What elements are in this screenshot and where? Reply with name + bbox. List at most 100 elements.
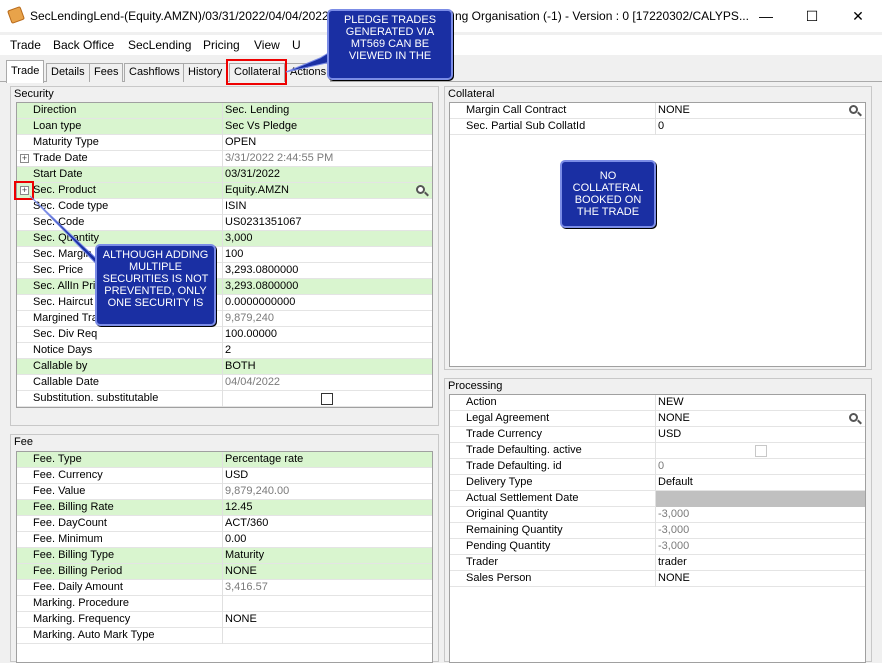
row-value[interactable]: Sec. Lending: [225, 104, 289, 116]
row-value[interactable]: -3,000: [658, 540, 689, 552]
table-row[interactable]: Callable Date 04/04/2022: [17, 375, 432, 391]
checkbox[interactable]: [321, 393, 333, 405]
table-row[interactable]: Action NEW: [450, 395, 865, 411]
zoom-icon[interactable]: [415, 184, 429, 198]
zoom-icon[interactable]: [848, 412, 862, 426]
minimize-button[interactable]: —: [743, 4, 789, 28]
row-value[interactable]: Default: [658, 476, 693, 488]
row-value[interactable]: 0.0000000000: [225, 296, 295, 308]
menu-pricing[interactable]: Pricing: [203, 38, 240, 52]
row-value[interactable]: Percentage rate: [225, 453, 303, 465]
row-value[interactable]: -3,000: [658, 524, 689, 536]
row-value[interactable]: Equity.AMZN: [225, 184, 289, 196]
row-value[interactable]: 2: [225, 344, 231, 356]
table-row[interactable]: Sec. Partial Sub CollatId 0: [450, 119, 865, 135]
row-value[interactable]: trader: [658, 556, 687, 568]
table-row[interactable]: Trade Defaulting. id 0: [450, 459, 865, 475]
table-row[interactable]: Maturity Type OPEN: [17, 135, 432, 151]
row-value[interactable]: Sec Vs Pledge: [225, 120, 297, 132]
row-value[interactable]: 100: [225, 248, 243, 260]
table-row[interactable]: Marking. Procedure: [17, 596, 432, 612]
row-value[interactable]: Maturity: [225, 549, 264, 561]
table-row[interactable]: Sec. AllIn Price 3,293.0800000: [17, 279, 432, 295]
row-value[interactable]: USD: [658, 428, 681, 440]
table-row[interactable]: Start Date 03/31/2022: [17, 167, 432, 183]
expand-icon[interactable]: +: [20, 154, 29, 163]
table-row[interactable]: Sec. Haircut 0.0000000000: [17, 295, 432, 311]
table-row[interactable]: Fee. Billing Type Maturity: [17, 548, 432, 564]
table-row[interactable]: Loan type Sec Vs Pledge: [17, 119, 432, 135]
table-row[interactable]: Original Quantity -3,000: [450, 507, 865, 523]
table-row[interactable]: + Sec. Product Equity.AMZN: [17, 183, 432, 199]
close-button[interactable]: ✕: [835, 4, 881, 28]
tab-fees[interactable]: Fees: [89, 63, 124, 82]
row-value[interactable]: 12.45: [225, 501, 253, 513]
table-row[interactable]: Sec. Quantity 3,000: [17, 231, 432, 247]
table-row[interactable]: Pending Quantity -3,000: [450, 539, 865, 555]
row-value[interactable]: NONE: [658, 572, 690, 584]
table-row[interactable]: Legal Agreement NONE: [450, 411, 865, 427]
row-value[interactable]: 04/04/2022: [225, 376, 280, 388]
row-value[interactable]: NONE: [225, 565, 257, 577]
row-value[interactable]: 3,416.57: [225, 581, 268, 593]
tab-details[interactable]: Details: [46, 63, 90, 82]
row-value[interactable]: 0.00: [225, 533, 246, 545]
table-row[interactable]: + Trade Date 3/31/2022 2:44:55 PM: [17, 151, 432, 167]
row-value[interactable]: NONE: [658, 412, 690, 424]
row-value[interactable]: BOTH: [225, 360, 256, 372]
table-row[interactable]: Trader trader: [450, 555, 865, 571]
table-row[interactable]: Substitution. substitutable: [17, 391, 432, 407]
row-value[interactable]: NONE: [658, 104, 690, 116]
table-row[interactable]: Fee. DayCount ACT/360: [17, 516, 432, 532]
table-row[interactable]: Margined Trade 9,879,240: [17, 311, 432, 327]
row-value[interactable]: -3,000: [658, 508, 689, 520]
menu-seclending[interactable]: SecLending: [128, 38, 191, 52]
row-value[interactable]: NEW: [658, 396, 684, 408]
tab-trade[interactable]: Trade: [6, 60, 45, 83]
table-row[interactable]: Sec. Code US0231351067: [17, 215, 432, 231]
tab-actions[interactable]: Actions: [285, 63, 332, 82]
table-row[interactable]: Fee. Type Percentage rate: [17, 452, 432, 468]
row-value[interactable]: 3,000: [225, 232, 253, 244]
tab-cashflows[interactable]: Cashflows: [124, 63, 185, 82]
row-value[interactable]: ISIN: [225, 200, 246, 212]
row-value[interactable]: OPEN: [225, 136, 256, 148]
table-row[interactable]: Fee. Billing Rate 12.45: [17, 500, 432, 516]
menu-utilities[interactable]: U: [292, 38, 301, 52]
row-value[interactable]: ACT/360: [225, 517, 268, 529]
table-row[interactable]: Marking. Auto Mark Type: [17, 628, 432, 644]
table-row[interactable]: Notice Days 2: [17, 343, 432, 359]
table-row[interactable]: Direction Sec. Lending: [17, 103, 432, 119]
row-value[interactable]: 9,879,240: [225, 312, 274, 324]
table-row[interactable]: Margin Call Contract NONE: [450, 103, 865, 119]
table-row[interactable]: Callable by BOTH: [17, 359, 432, 375]
table-row[interactable]: Actual Settlement Date: [450, 491, 865, 507]
maximize-button[interactable]: ☐: [789, 4, 835, 28]
table-row[interactable]: Trade Defaulting. active: [450, 443, 865, 459]
table-row[interactable]: Sec. Div Req 100.00000: [17, 327, 432, 343]
row-value[interactable]: 3,293.0800000: [225, 280, 298, 292]
table-row[interactable]: Sec. Code type ISIN: [17, 199, 432, 215]
row-value[interactable]: US0231351067: [225, 216, 301, 228]
row-value[interactable]: 0: [658, 120, 664, 132]
table-row[interactable]: Fee. Currency USD: [17, 468, 432, 484]
table-row[interactable]: Fee. Billing Period NONE: [17, 564, 432, 580]
row-value[interactable]: 3/31/2022 2:44:55 PM: [225, 152, 333, 164]
table-row[interactable]: Remaining Quantity -3,000: [450, 523, 865, 539]
table-row[interactable]: Sec. Price 3,293.0800000: [17, 263, 432, 279]
row-value[interactable]: 03/31/2022: [225, 168, 280, 180]
table-row[interactable]: Fee. Daily Amount 3,416.57: [17, 580, 432, 596]
row-value[interactable]: USD: [225, 469, 248, 481]
table-row[interactable]: Delivery Type Default: [450, 475, 865, 491]
tab-history[interactable]: History: [183, 63, 228, 82]
row-value[interactable]: NONE: [225, 613, 257, 625]
table-row[interactable]: Fee. Value 9,879,240.00: [17, 484, 432, 500]
menu-back-office[interactable]: Back Office: [53, 38, 114, 52]
table-row[interactable]: Sec. Margin 100: [17, 247, 432, 263]
menu-view[interactable]: View: [254, 38, 280, 52]
row-value[interactable]: 9,879,240.00: [225, 485, 289, 497]
checkbox[interactable]: [755, 445, 767, 457]
row-value[interactable]: 100.00000: [225, 328, 277, 340]
table-row[interactable]: Fee. Minimum 0.00: [17, 532, 432, 548]
row-value[interactable]: 3,293.0800000: [225, 264, 298, 276]
